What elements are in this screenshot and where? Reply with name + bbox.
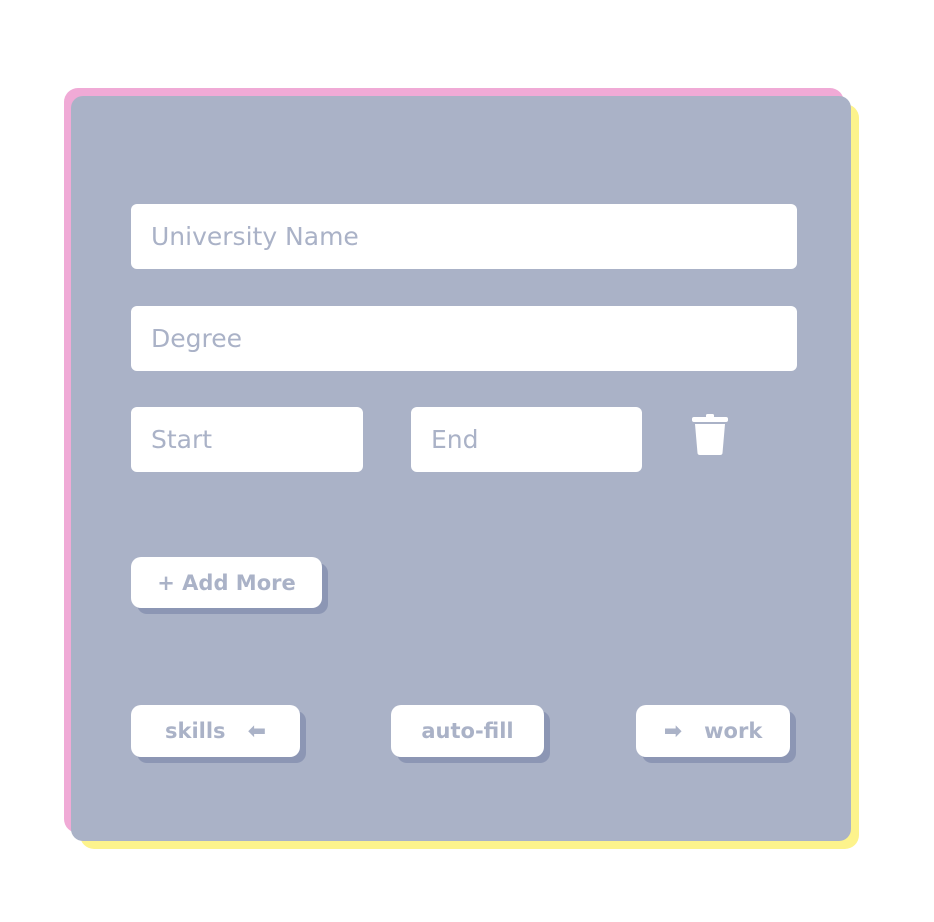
delete-entry-button[interactable] [691, 414, 729, 456]
add-more-button[interactable]: + Add More [131, 557, 322, 608]
degree-input[interactable] [131, 306, 797, 371]
work-label: work [704, 719, 763, 743]
auto-fill-label: auto-fill [421, 719, 514, 743]
left-arrow-icon: ⬅ [247, 718, 266, 744]
right-arrow-icon: ➡ [663, 718, 683, 744]
add-more-label: + Add More [157, 570, 296, 595]
trash-icon [692, 414, 728, 455]
end-date-input[interactable] [411, 407, 642, 472]
skills-label: skills [165, 719, 226, 743]
page: + Add More skills ⬅ auto-fill ➡ work [0, 0, 934, 922]
university-name-input[interactable] [131, 204, 797, 269]
auto-fill-button[interactable]: auto-fill [391, 705, 544, 757]
education-form-card: + Add More skills ⬅ auto-fill ➡ work [71, 96, 851, 841]
skills-back-button[interactable]: skills ⬅ [131, 705, 300, 757]
work-next-button[interactable]: ➡ work [636, 705, 790, 757]
start-date-input[interactable] [131, 407, 363, 472]
